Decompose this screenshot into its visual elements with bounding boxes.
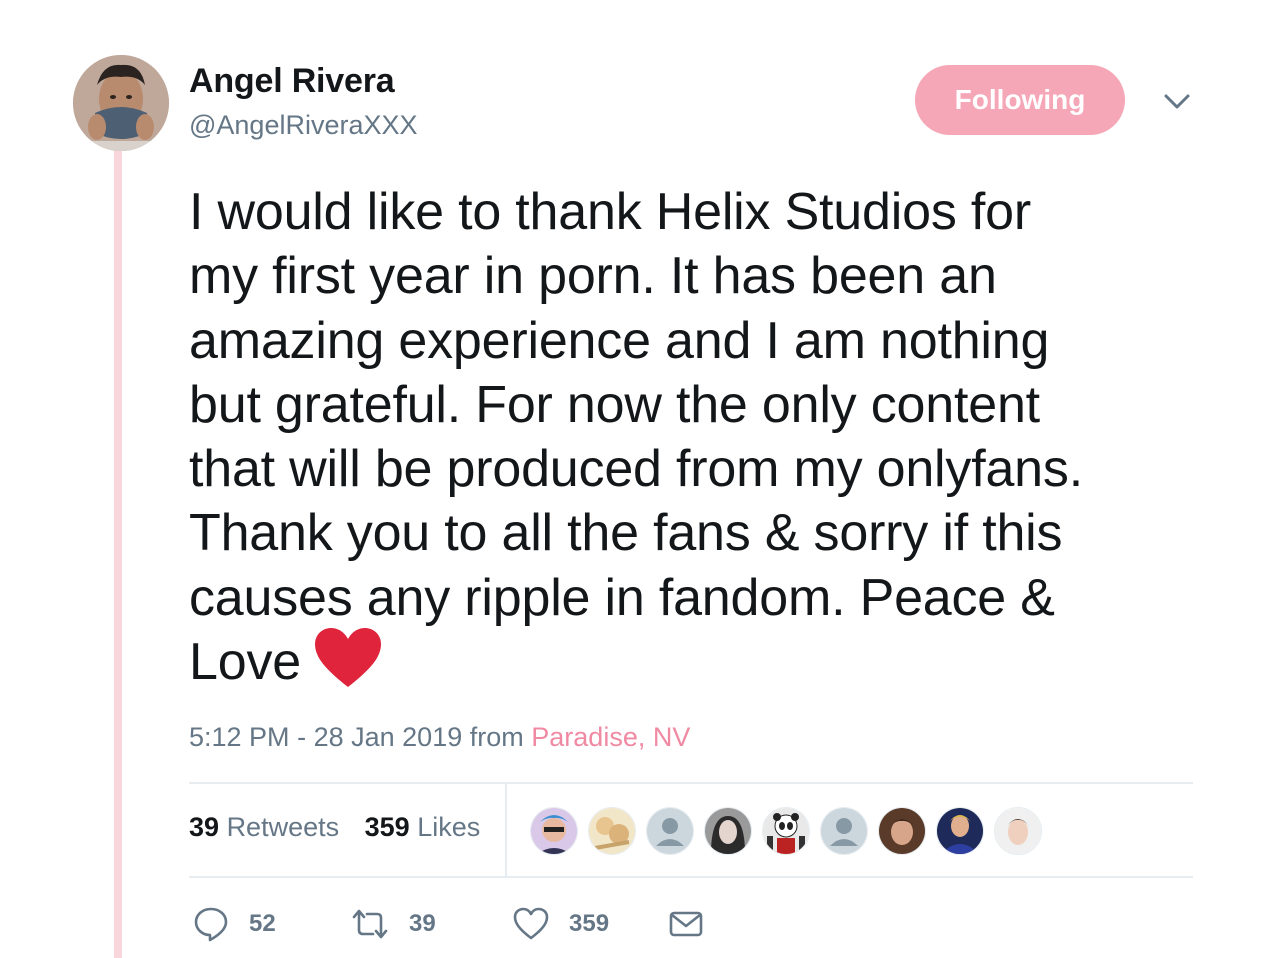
retweet-count: 39 xyxy=(409,910,436,937)
tweet-time[interactable]: 5:12 PM xyxy=(189,722,290,752)
tweet-line: Thank you to all the fans & sorry if thi… xyxy=(189,504,1063,563)
tweet-line: that will be produced from my onlyfans. xyxy=(189,440,1083,499)
tweet-date[interactable]: 28 Jan 2019 xyxy=(314,722,463,752)
direct-message-action[interactable] xyxy=(669,910,703,938)
retweet-action[interactable]: 39 xyxy=(351,908,513,940)
like-action[interactable]: 359 xyxy=(513,907,669,941)
liker-avatar-default[interactable] xyxy=(820,807,868,855)
reply-count: 52 xyxy=(249,910,276,937)
likes-label: Likes xyxy=(417,812,481,842)
liker-avatar[interactable] xyxy=(530,807,578,855)
retweets-count: 39 xyxy=(189,812,220,842)
liker-avatar[interactable] xyxy=(936,807,984,855)
tweet-text: I would like to thank Helix Studios for … xyxy=(189,180,1189,694)
tweet-location-link[interactable]: Paradise, NV xyxy=(531,722,690,752)
envelope-icon[interactable] xyxy=(669,910,703,938)
tweet-actions: 52 39 359 xyxy=(193,902,703,946)
liker-avatars xyxy=(530,807,1052,855)
tweet-line: my first year in porn. It has been an xyxy=(189,247,997,306)
chevron-down-icon[interactable] xyxy=(1163,92,1191,112)
stats-divider xyxy=(505,784,507,876)
profile-avatar[interactable] xyxy=(73,55,169,151)
liker-avatar[interactable] xyxy=(994,807,1042,855)
liker-avatar[interactable] xyxy=(878,807,926,855)
heart-icon[interactable] xyxy=(513,907,549,941)
red-heart-emoji xyxy=(313,627,383,689)
tweet-line: amazing experience and I am nothing xyxy=(189,311,1050,370)
likes-count: 359 xyxy=(364,812,410,842)
like-count: 359 xyxy=(569,910,610,937)
following-button[interactable]: Following xyxy=(915,65,1125,135)
tweet-line: I would like to thank Helix Studios for xyxy=(189,183,1031,241)
divider xyxy=(189,782,1193,784)
tweet-stats: 39 Retweets 359 Likes xyxy=(189,812,480,843)
retweets-stat[interactable]: 39 Retweets xyxy=(189,812,339,842)
tweet-last-line: Love xyxy=(189,627,1189,694)
user-handle[interactable]: @AngelRiveraXXX xyxy=(189,110,418,141)
liker-avatar-default[interactable] xyxy=(646,807,694,855)
thread-line xyxy=(114,150,122,958)
user-name[interactable]: Angel Rivera xyxy=(189,62,395,101)
tweet-line: Love xyxy=(189,633,301,692)
liker-avatar-panda[interactable] xyxy=(762,807,810,855)
retweets-label: Retweets xyxy=(226,812,340,842)
tweet-line: but grateful. For now the only content xyxy=(189,375,1040,434)
liker-avatar[interactable] xyxy=(588,807,636,855)
tweet-line: causes any ripple in fandom. Peace & xyxy=(189,568,1055,627)
likes-stat[interactable]: 359 Likes xyxy=(365,812,481,842)
reply-action[interactable]: 52 xyxy=(193,906,351,942)
liker-avatar[interactable] xyxy=(704,807,752,855)
reply-icon[interactable] xyxy=(193,906,229,942)
meta-from: from xyxy=(469,722,524,752)
tweet-meta: 5:12 PM - 28 Jan 2019 from Paradise, NV xyxy=(189,722,690,753)
meta-separator: - xyxy=(297,722,307,752)
retweet-icon[interactable] xyxy=(351,908,389,940)
divider xyxy=(189,876,1193,878)
